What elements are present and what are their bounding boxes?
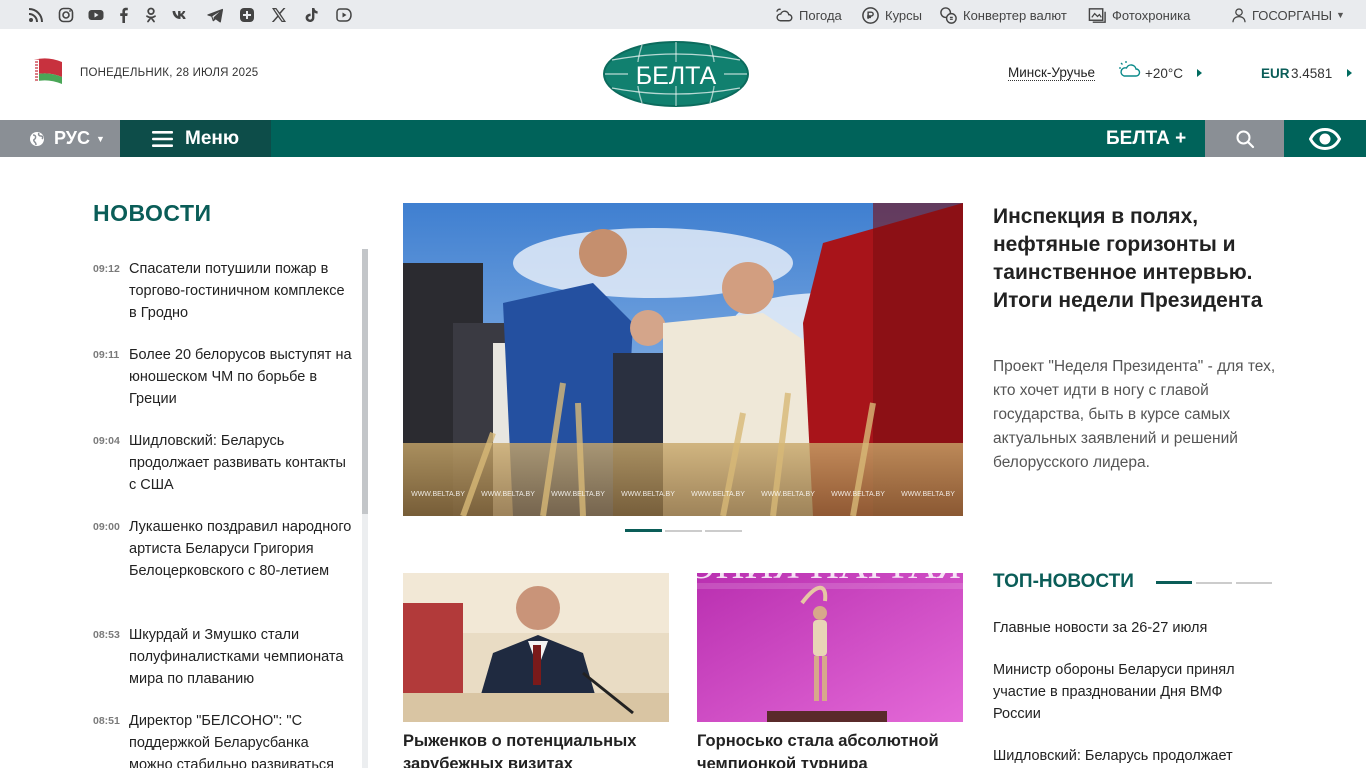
chevron-down-icon: ▼ xyxy=(95,133,105,144)
news-item[interactable]: 09:04 Шидловский: Беларусь продолжает ра… xyxy=(93,430,355,496)
news-section-title: НОВОСТИ xyxy=(93,200,212,226)
tiktok-icon[interactable] xyxy=(301,5,321,25)
current-date: ПОНЕДЕЛЬНИК, 28 ИЮЛЯ 2025 xyxy=(80,67,259,79)
belarus-flag-icon xyxy=(34,58,62,84)
x-icon[interactable] xyxy=(269,5,289,25)
slider-dot-2[interactable] xyxy=(665,530,702,532)
converter-icon xyxy=(940,6,957,24)
news-item[interactable]: 08:51 Директор "БЕЛСОНО": "С поддержкой … xyxy=(93,710,355,768)
news-time: 09:11 xyxy=(93,349,120,361)
main-navbar: РУС ▼ Меню БЕЛТА + xyxy=(0,120,1366,157)
weather-link-label: Погода xyxy=(799,7,842,23)
rates-link-label: Курсы xyxy=(885,7,923,23)
rates-icon xyxy=(862,6,879,24)
top-news-slide-1[interactable] xyxy=(1156,581,1192,584)
rutube-icon[interactable] xyxy=(334,5,354,25)
news-item[interactable]: 09:00 Лукашенко поздравил народного арти… xyxy=(93,516,355,582)
accessibility-button[interactable] xyxy=(1284,120,1366,157)
odnoklassniki-icon[interactable] xyxy=(141,5,161,25)
photo-link[interactable]: Фотохроника xyxy=(1088,5,1190,25)
partly-cloudy-icon xyxy=(1119,61,1141,77)
top-news-item[interactable]: Министр обороны Беларуси принял участие … xyxy=(993,659,1273,725)
top-news-slide-3[interactable] xyxy=(1236,582,1272,584)
news-headline[interactable]: Лукашенко поздравил народного артиста Бе… xyxy=(129,516,355,582)
top-news-item[interactable]: Главные новости за 26-27 июля xyxy=(993,617,1273,639)
news-headline[interactable]: Спасатели потушили пожар в торгово-гости… xyxy=(129,258,355,324)
user-icon xyxy=(1232,8,1246,23)
search-icon xyxy=(1236,130,1254,148)
top-news-item[interactable]: Шидловский: Беларусь продолжает xyxy=(993,745,1273,767)
news-time: 09:12 xyxy=(93,263,120,275)
currency-next-arrow-icon[interactable] xyxy=(1347,69,1352,77)
news-time: 08:53 xyxy=(93,629,120,641)
card-title-2[interactable]: Горносько стала абсолютной чемпионкой ту… xyxy=(697,730,963,768)
hero-lead: Проект "Неделя Президента" - для тех, кт… xyxy=(993,358,1276,471)
hamburger-icon xyxy=(152,130,173,147)
weather-cloud-icon xyxy=(776,8,793,21)
max-icon[interactable] xyxy=(237,5,257,25)
news-time: 08:51 xyxy=(93,715,120,727)
hero-watermark-strip: WWW.BELTA.BY WWW.BELTA.BY WWW.BELTA.BY WWW.… xyxy=(411,491,955,498)
card-title-1[interactable]: Рыженков о потенциальных зарубежных визи… xyxy=(403,730,669,768)
gov-link-label: ГОСОРГАНЫ xyxy=(1252,7,1333,23)
svg-text:БЕЛТА: БЕЛТА xyxy=(636,62,717,90)
menu-button[interactable]: Меню xyxy=(120,120,271,157)
currency-code: EUR xyxy=(1261,66,1290,81)
vk-icon[interactable] xyxy=(170,5,190,25)
news-scrollbar-thumb[interactable] xyxy=(362,249,368,514)
telegram-icon[interactable] xyxy=(205,5,225,25)
gov-link[interactable]: ГОСОРГАНЫ ▼ xyxy=(1231,5,1345,25)
youtube-icon[interactable] xyxy=(86,5,106,25)
weather-city[interactable]: Минск-Уручье xyxy=(1008,66,1096,81)
top-news-slide-2[interactable] xyxy=(1196,582,1232,584)
language-label: РУС xyxy=(54,128,90,148)
instagram-icon[interactable] xyxy=(56,5,76,25)
site-header: ПОНЕДЕЛЬНИК, 28 ИЮЛЯ 2025 БЕЛТА Минск-Ур… xyxy=(0,29,1366,120)
card-photo-2[interactable]: ЦЕРЕМОНИЯ НАГРАЖДЕНИЯ xyxy=(697,573,963,722)
photo-icon xyxy=(1088,7,1106,23)
facebook-icon[interactable] xyxy=(114,5,134,25)
globe-icon xyxy=(30,131,44,146)
hero-photo[interactable] xyxy=(403,203,963,516)
search-button[interactable] xyxy=(1205,120,1284,157)
rates-link[interactable]: Курсы xyxy=(861,5,922,25)
news-headline[interactable]: Шидловский: Беларусь продолжает развиват… xyxy=(129,430,355,496)
photo-link-label: Фотохроника xyxy=(1112,7,1191,23)
card-photo-1[interactable] xyxy=(403,573,669,722)
rss-icon[interactable] xyxy=(26,5,46,25)
news-item[interactable]: 08:53 Шкурдай и Змушко стали полуфиналис… xyxy=(93,624,355,690)
menu-label: Меню xyxy=(185,127,240,149)
weather-next-arrow-icon[interactable] xyxy=(1197,69,1202,77)
news-headline[interactable]: Более 20 белорусов выступят на юношеском… xyxy=(129,344,355,410)
weather-temperature: +20°C xyxy=(1145,66,1184,81)
top-utility-bar: Погода Курсы Конвертер валют Фотохроника… xyxy=(0,0,1366,29)
eye-icon xyxy=(1309,127,1341,150)
belta-logo[interactable]: БЕЛТА xyxy=(602,40,750,108)
converter-link[interactable]: Конвертер валют xyxy=(939,5,1067,25)
news-item[interactable]: 09:12 Спасатели потушили пожар в торгово… xyxy=(93,258,355,324)
hero-headline[interactable]: Инспекция в полях, нефтяные горизонты и … xyxy=(993,203,1278,315)
slider-dot-3[interactable] xyxy=(705,530,742,532)
currency-rate: 3.4581 xyxy=(1291,66,1333,81)
news-time: 09:00 xyxy=(93,521,120,533)
top-news-title: ТОП-НОВОСТИ xyxy=(993,571,1134,592)
weather-link[interactable]: Погода xyxy=(775,5,842,25)
slider-dot-1[interactable] xyxy=(625,529,662,532)
news-headline[interactable]: Директор "БЕЛСОНО": "С поддержкой Белару… xyxy=(129,710,355,768)
converter-link-label: Конвертер валют xyxy=(963,7,1067,23)
news-time: 09:04 xyxy=(93,435,120,447)
news-item[interactable]: 09:11 Более 20 белорусов выступят на юно… xyxy=(93,344,355,410)
belta-plus-link[interactable]: БЕЛТА + xyxy=(1106,128,1186,150)
language-selector[interactable]: РУС ▼ xyxy=(0,120,120,157)
chevron-down-icon: ▼ xyxy=(1336,10,1345,20)
news-headline[interactable]: Шкурдай и Змушко стали полуфиналистками … xyxy=(129,624,355,690)
